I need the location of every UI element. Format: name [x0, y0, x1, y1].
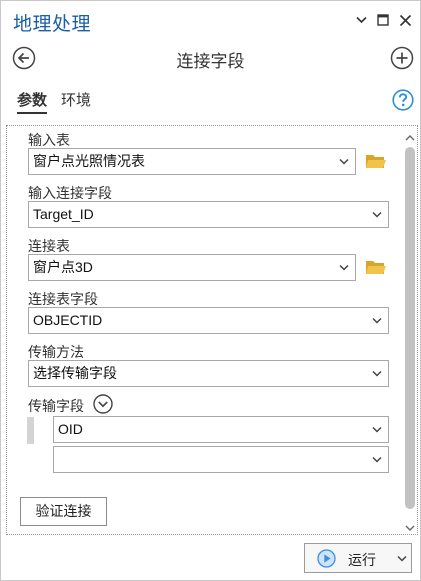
- chevron-down-icon: [372, 426, 382, 433]
- tab-parameters[interactable]: 参数: [17, 89, 48, 114]
- folder-icon[interactable]: [365, 152, 387, 170]
- input-join-field-value: Target_ID: [33, 206, 94, 222]
- chevron-down-icon: [372, 317, 382, 324]
- join-table-value: 窗户点3D: [33, 259, 93, 275]
- chevron-down-icon[interactable]: [353, 11, 369, 29]
- verify-join-button[interactable]: 验证连接: [20, 497, 107, 526]
- join-table-field-select[interactable]: OBJECTID: [28, 307, 389, 334]
- join-table-select[interactable]: 窗户点3D: [28, 254, 356, 281]
- run-button[interactable]: 运行: [304, 543, 412, 573]
- close-icon[interactable]: [397, 11, 413, 29]
- tab-environments[interactable]: 环境: [61, 89, 91, 110]
- input-join-field-select[interactable]: Target_ID: [28, 201, 389, 228]
- chevron-down-icon: [372, 456, 382, 463]
- input-table-label: 输入表: [28, 132, 70, 148]
- chevron-down-icon: [339, 158, 349, 165]
- transfer-field-value: OID: [58, 421, 83, 437]
- join-table-label: 连接表: [28, 238, 70, 254]
- scroll-up-icon[interactable]: [404, 130, 416, 141]
- transfer-method-value: 选择传输字段: [33, 365, 117, 381]
- join-table-field-value: OBJECTID: [33, 312, 103, 328]
- chevron-down-icon: [372, 211, 382, 218]
- transfer-method-label: 传输方法: [28, 344, 84, 360]
- transfer-fields-label: 传输字段: [28, 398, 84, 414]
- title-bar: 地理处理: [1, 1, 420, 39]
- join-table-field-label: 连接表字段: [28, 291, 98, 307]
- maximize-icon[interactable]: [375, 11, 391, 29]
- input-table-value: 窗户点光照情况表: [33, 153, 145, 169]
- tool-title: 连接字段: [176, 52, 245, 71]
- scroll-down-icon[interactable]: [404, 520, 416, 531]
- folder-icon[interactable]: [365, 258, 387, 276]
- transfer-field-select[interactable]: OID: [53, 416, 389, 443]
- run-label: 运行: [348, 552, 376, 568]
- input-join-field-label: 输入连接字段: [28, 185, 112, 201]
- help-icon[interactable]: [392, 89, 414, 111]
- transfer-method-select[interactable]: 选择传输字段: [28, 360, 389, 387]
- expand-icon[interactable]: [93, 394, 113, 414]
- chevron-down-icon: [397, 555, 407, 562]
- chevron-down-icon: [372, 370, 382, 377]
- scrollbar-thumb[interactable]: [405, 147, 415, 509]
- play-icon: [317, 549, 336, 568]
- row-selector[interactable]: [27, 417, 34, 444]
- chevron-down-icon: [339, 264, 349, 271]
- pane-title: 地理处理: [13, 14, 92, 35]
- geoprocessing-pane: 地理处理 连接字段 参数 环境 输入表 窗户点光照情况表 输入连接字段 Targ…: [0, 0, 421, 581]
- tool-header: 连接字段: [1, 41, 420, 77]
- input-table-select[interactable]: 窗户点光照情况表: [28, 148, 356, 175]
- transfer-field-select-empty[interactable]: [53, 446, 389, 473]
- add-icon[interactable]: [390, 46, 414, 70]
